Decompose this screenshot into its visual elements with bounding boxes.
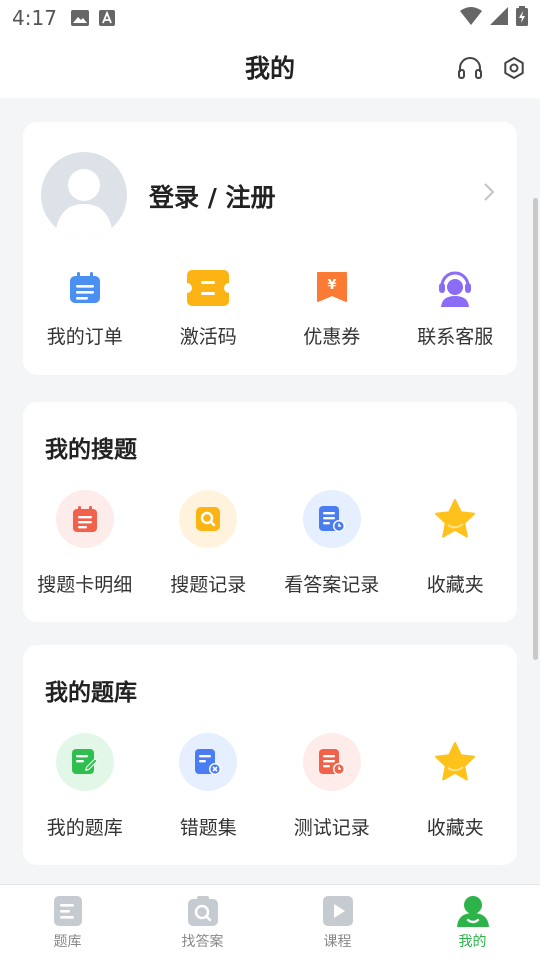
- search-record-icon: [179, 490, 238, 548]
- wrong-questions-button[interactable]: 错题集: [147, 733, 271, 840]
- test-record-button[interactable]: 测试记录: [270, 733, 394, 840]
- customer-service-button[interactable]: 联系客服: [394, 268, 518, 349]
- headphones-button[interactable]: [456, 54, 484, 82]
- my-search-items: 搜题卡明细 搜题记录 看答案记录 收藏夹: [23, 490, 517, 597]
- search-favorites-button[interactable]: 收藏夹: [394, 490, 518, 597]
- my-question-bank-button[interactable]: 我的题库: [23, 733, 147, 840]
- search-card-icon: [55, 490, 114, 548]
- tab-course[interactable]: 课程: [270, 885, 405, 960]
- customer-service-icon: [437, 268, 473, 308]
- svg-text:¥: ¥: [327, 278, 336, 293]
- wifi-icon: [460, 7, 482, 29]
- search-card-detail-button[interactable]: 搜题卡明细: [23, 490, 147, 597]
- my-bank-items: 我的题库 错题集 测试记录 收藏夹: [23, 733, 517, 840]
- status-time: 4:17: [12, 6, 57, 30]
- bank-favorites-label: 收藏夹: [426, 817, 484, 839]
- tab-profile-label: 我的: [458, 934, 487, 950]
- test-record-icon: [302, 733, 361, 791]
- star-icon: [426, 490, 484, 548]
- answer-record-button[interactable]: 看答案记录: [270, 490, 394, 597]
- default-avatar-icon: [55, 169, 113, 238]
- search-favorites-label: 收藏夹: [426, 574, 484, 596]
- profile-actions: 我的订单 激活码 ¥ 优惠券 联系客服: [23, 268, 517, 349]
- bank-favorites-button[interactable]: 收藏夹: [394, 733, 518, 840]
- tab-course-label: 课程: [323, 934, 352, 950]
- profile-card: 登录 / 注册 我的订单 激活码 ¥ 优惠券 联系客服: [23, 122, 517, 375]
- course-tab-icon: [322, 896, 353, 926]
- coupons-button[interactable]: ¥ 优惠券: [270, 268, 394, 349]
- my-search-title: 我的搜题: [45, 437, 137, 463]
- settings-button[interactable]: [500, 54, 528, 82]
- my-question-bank-label: 我的题库: [46, 817, 123, 839]
- tab-question-bank-label: 题库: [53, 934, 82, 950]
- activation-code-button[interactable]: 激活码: [147, 268, 271, 349]
- a11y-notification-icon: [98, 10, 115, 26]
- search-record-label: 搜题记录: [170, 574, 247, 596]
- search-record-button[interactable]: 搜题记录: [147, 490, 271, 597]
- my-search-card: 我的搜题 搜题卡明细 搜题记录 看答案记录 收藏夹: [23, 402, 517, 622]
- status-bar: 4:17: [0, 0, 540, 36]
- activation-code-label: 激活码: [179, 326, 237, 348]
- my-bank-card: 我的题库 我的题库 错题集 测试记录 收藏夹: [23, 645, 517, 865]
- my-orders-label: 我的订单: [46, 326, 123, 348]
- customer-service-label: 联系客服: [417, 326, 494, 348]
- page-header: 我的: [0, 36, 540, 98]
- tab-find-answer-label: 找答案: [181, 934, 224, 950]
- page-title: 我的: [244, 54, 295, 83]
- login-register-link[interactable]: 登录 / 注册: [149, 178, 276, 214]
- wrong-questions-icon: [179, 733, 238, 791]
- find-answer-tab-icon: [187, 896, 218, 926]
- page-content[interactable]: 登录 / 注册 我的订单 激活码 ¥ 优惠券 联系客服 我的搜题 搜题卡明细 搜…: [0, 98, 540, 884]
- scrollbar[interactable]: [533, 198, 538, 660]
- wrong-questions-label: 错题集: [179, 817, 237, 839]
- ticket-icon: [187, 268, 230, 308]
- my-bank-title: 我的题库: [45, 680, 137, 706]
- search-card-detail-label: 搜题卡明细: [37, 574, 133, 596]
- gear-icon: [504, 57, 524, 79]
- coupon-icon: ¥: [316, 268, 348, 308]
- battery-icon: [516, 6, 528, 30]
- coupons-label: 优惠券: [303, 326, 361, 348]
- headphones-icon: [458, 57, 482, 79]
- my-orders-button[interactable]: 我的订单: [23, 268, 147, 349]
- star-icon: [426, 733, 484, 791]
- tab-find-answer[interactable]: 找答案: [135, 885, 270, 960]
- tab-question-bank[interactable]: 题库: [0, 885, 135, 960]
- order-icon: [68, 268, 102, 308]
- question-bank-icon: [55, 733, 114, 791]
- test-record-label: 测试记录: [293, 817, 370, 839]
- profile-tab-icon: [456, 896, 489, 927]
- chevron-right-icon[interactable]: [483, 182, 495, 206]
- answer-record-label: 看答案记录: [284, 574, 380, 596]
- question-bank-tab-icon: [53, 896, 82, 926]
- tab-profile[interactable]: 我的: [405, 885, 540, 960]
- bottom-tab-bar: 题库 找答案 课程 我的: [0, 884, 540, 960]
- signal-icon: [490, 7, 508, 29]
- avatar[interactable]: [41, 152, 127, 238]
- image-notification-icon: [70, 10, 89, 26]
- answer-record-icon: [302, 490, 361, 548]
